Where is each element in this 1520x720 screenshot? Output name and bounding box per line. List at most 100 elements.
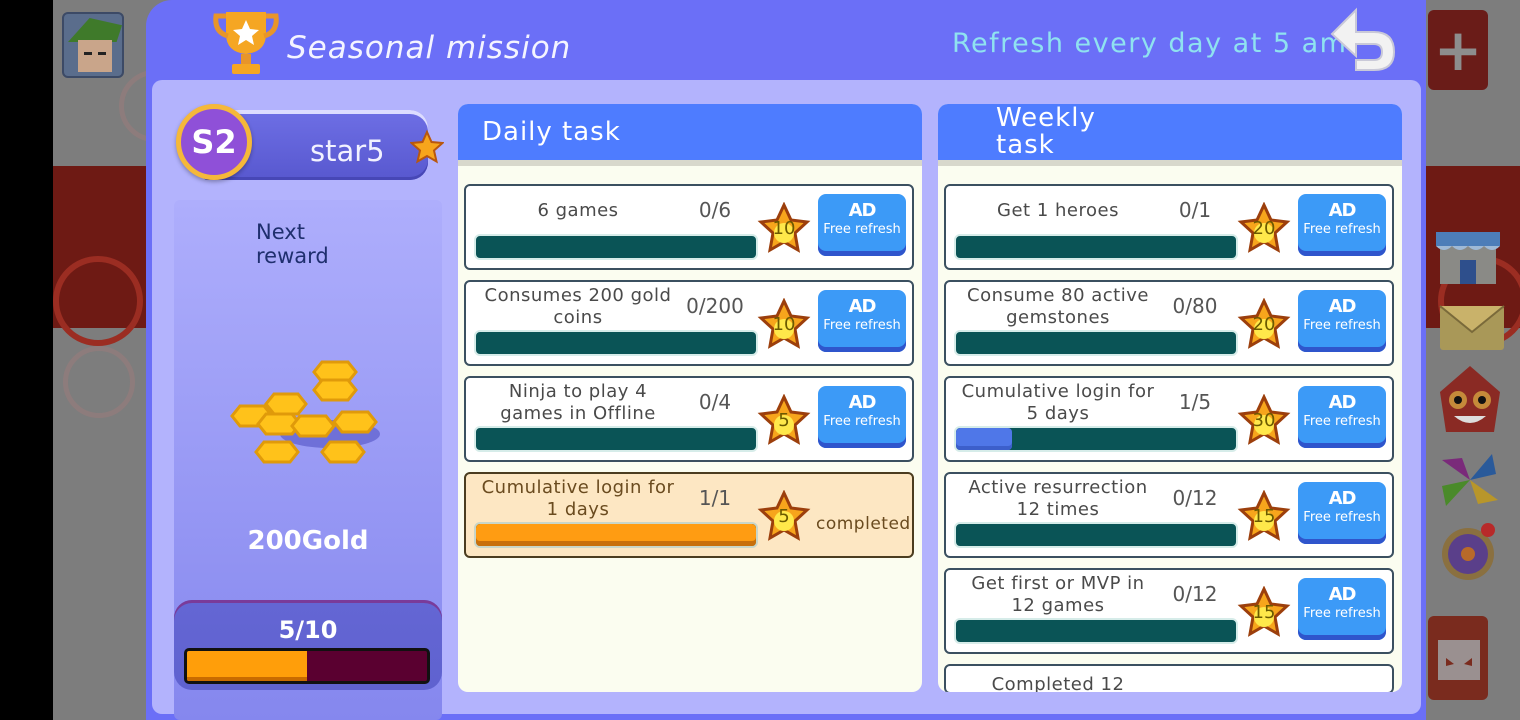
- task-progress-bar: [954, 618, 1238, 644]
- task-progress-count: 0/4: [698, 390, 732, 414]
- free-refresh-button[interactable]: AD Free refresh: [1298, 386, 1386, 448]
- reward-star-icon: 5: [756, 393, 812, 450]
- reward-star-value: 10: [772, 218, 796, 239]
- shop-button[interactable]: [1432, 224, 1504, 286]
- mail-button[interactable]: [1436, 300, 1508, 358]
- task-progress-bar: [954, 234, 1238, 260]
- reward-star-value: 5: [778, 410, 790, 431]
- modal-title: Seasonal mission: [287, 30, 572, 66]
- task-name: Get first or MVP in 12 games: [971, 573, 1145, 616]
- reward-star-value: 20: [1252, 218, 1276, 239]
- free-refresh-button[interactable]: AD Free refresh: [1298, 578, 1386, 640]
- reward-star-value: 30: [1252, 410, 1276, 431]
- free-refresh-label: Free refresh: [823, 318, 901, 333]
- refresh-note: Refresh every day at 5 am: [952, 28, 1348, 59]
- daily-task-row: Cumulative login for 1 days 1/1 5 completed: [464, 472, 914, 558]
- plus-icon: +: [1433, 16, 1483, 84]
- task-name: Cumulative login for 1 days: [481, 477, 675, 520]
- trophy-icon: [213, 12, 279, 74]
- ninja-icon: [1438, 640, 1480, 680]
- task-progress-bar: [954, 330, 1238, 356]
- reward-star-value: 20: [1252, 314, 1276, 335]
- reward-star-value: 15: [1252, 602, 1276, 623]
- weekly-task-row: Completed 12: [944, 664, 1394, 692]
- ad-icon: AD: [1328, 488, 1357, 509]
- season-progress-box: 5/10: [174, 600, 442, 690]
- reward-star-icon: 15: [1236, 489, 1292, 546]
- decor-symbol: [63, 346, 135, 418]
- free-refresh-button[interactable]: AD Free refresh: [818, 386, 906, 448]
- ad-icon: AD: [1328, 296, 1357, 317]
- pinwheel-button[interactable]: [1432, 448, 1508, 512]
- daily-task-panel: Daily task 6 games 0/6 10 AD Free refresh Con…: [458, 104, 922, 692]
- daily-task-list[interactable]: 6 games 0/6 10 AD Free refresh Consumes 200 g…: [464, 184, 914, 568]
- reward-star-icon: 30: [1236, 393, 1292, 450]
- add-button[interactable]: +: [1428, 10, 1488, 90]
- season-progress-bar: [184, 648, 430, 684]
- reward-star-value: 5: [778, 506, 790, 527]
- weekly-task-header: Weekly task: [938, 104, 1402, 166]
- season-badge: S2: [176, 104, 252, 180]
- completed-status: completed: [816, 514, 911, 534]
- task-name: Ninja to play 4 games in Offline: [500, 381, 656, 424]
- pinwheel-icon: [1442, 454, 1498, 506]
- mail-icon: [1439, 305, 1505, 350]
- task-name: Get 1 heroes: [997, 200, 1119, 221]
- ad-icon: AD: [1328, 392, 1357, 413]
- task-progress-count: 0/12: [1172, 486, 1218, 510]
- daily-task-header: Daily task: [458, 104, 922, 166]
- ad-icon: AD: [1328, 200, 1357, 221]
- reward-star-icon: 10: [756, 297, 812, 354]
- free-refresh-button[interactable]: AD Free refresh: [1298, 194, 1386, 256]
- free-refresh-button[interactable]: AD Free refresh: [1298, 482, 1386, 544]
- event-lion-button[interactable]: [1430, 362, 1510, 442]
- next-reward-card: Next reward 200Gold 5/10: [174, 200, 442, 720]
- task-progress-count: 0/200: [686, 294, 744, 318]
- free-refresh-button[interactable]: AD Free refresh: [818, 194, 906, 256]
- free-refresh-button[interactable]: AD Free refresh: [818, 290, 906, 352]
- season-reward-panel: star5 S2 Next reward 200Gold 5/10: [174, 104, 444, 720]
- reward-star-icon: 20: [1236, 297, 1292, 354]
- reward-star-icon: 15: [1236, 585, 1292, 642]
- task-progress-bar: [954, 426, 1238, 452]
- task-name: Cumulative login for 5 days: [961, 381, 1155, 424]
- face-icon: [78, 40, 112, 72]
- reward-amount: 200Gold: [247, 526, 369, 556]
- task-name: 6 games: [537, 200, 619, 221]
- task-name: Consume 80 active gemstones: [967, 285, 1149, 328]
- task-name: Active resurrection 12 times: [968, 477, 1148, 520]
- reward-star-icon: 20: [1236, 201, 1292, 258]
- treasure-button[interactable]: [1436, 518, 1500, 584]
- reward-star-value: 10: [772, 314, 796, 335]
- free-refresh-label: Free refresh: [1303, 222, 1381, 237]
- back-button[interactable]: [1326, 4, 1398, 74]
- task-progress-fill: [476, 524, 756, 546]
- free-refresh-label: Free refresh: [1303, 606, 1381, 621]
- reward-star-icon: 5: [756, 489, 812, 546]
- star-level: star5: [310, 134, 385, 168]
- decor-arc: [53, 256, 143, 346]
- ninja-button[interactable]: [1428, 616, 1488, 700]
- daily-task-row: Consumes 200 gold coins 0/200 10 AD Free ref…: [464, 280, 914, 366]
- free-refresh-label: Free refresh: [823, 414, 901, 429]
- player-avatar[interactable]: [62, 12, 124, 78]
- reward-star-value: 15: [1252, 506, 1276, 527]
- weekly-task-row: Get first or MVP in 12 games 0/12 15 AD Free…: [944, 568, 1394, 654]
- side-menu: +: [1426, 0, 1520, 720]
- daily-task-row: Ninja to play 4 games in Offline 0/4 5 AD Fr…: [464, 376, 914, 462]
- ad-icon: AD: [848, 296, 877, 317]
- daily-task-row: 6 games 0/6 10 AD Free refresh: [464, 184, 914, 270]
- weekly-task-list[interactable]: Get 1 heroes 0/1 20 AD Free refresh Consume 8…: [944, 184, 1394, 692]
- task-progress-bar: [954, 522, 1238, 548]
- weekly-task-row: Cumulative login for 5 days 1/5 30 AD Free r…: [944, 376, 1394, 462]
- free-refresh-button[interactable]: AD Free refresh: [1298, 290, 1386, 352]
- ad-icon: AD: [848, 392, 877, 413]
- star-icon: [410, 130, 444, 164]
- task-progress-bar: [474, 522, 758, 548]
- lion-dance-icon: [1440, 366, 1500, 432]
- next-reward-label: Next reward: [256, 220, 329, 268]
- shop-icon: [1436, 232, 1500, 284]
- task-progress-count: 0/12: [1172, 582, 1218, 606]
- hat-icon: [68, 18, 122, 42]
- task-progress-bar: [474, 426, 758, 452]
